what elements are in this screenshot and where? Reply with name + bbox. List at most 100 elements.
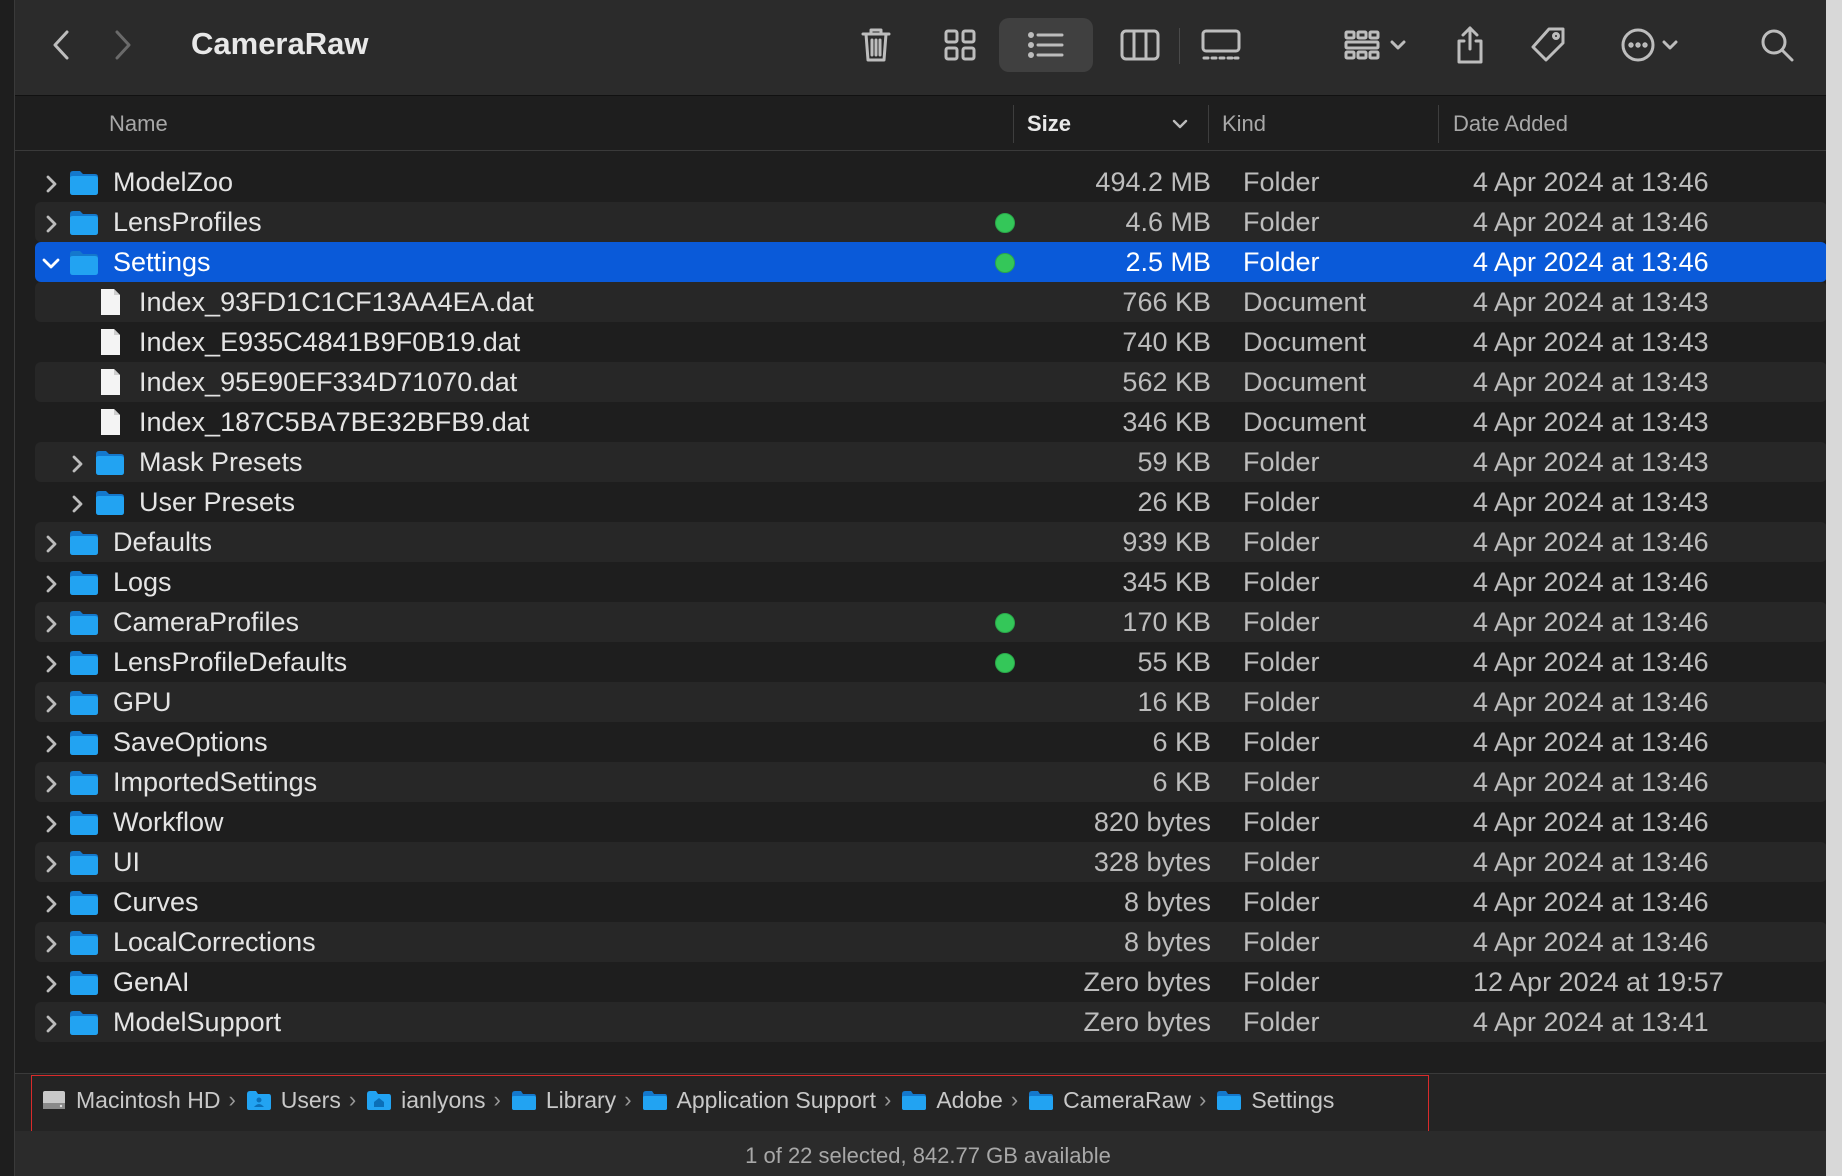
item-date-added: 4 Apr 2024 at 13:43: [1473, 327, 1709, 357]
disclosure-expanded-icon[interactable]: [41, 251, 61, 273]
status-bar: 1 of 22 selected, 842.77 GB available: [15, 1131, 1840, 1176]
folder-row[interactable]: CameraProfiles 170 KB Folder 4 Apr 2024 at …: [35, 602, 1827, 642]
gallery-view-button[interactable]: [1191, 18, 1251, 72]
item-kind: Folder: [1243, 167, 1320, 197]
disclosure-collapsed-icon[interactable]: [67, 451, 87, 473]
trash-button[interactable]: [853, 18, 899, 72]
column-divider[interactable]: [1013, 105, 1014, 143]
item-name: Settings: [113, 247, 211, 277]
folder-row[interactable]: GenAI Zero bytes Folder 12 Apr 2024 at 19:5…: [35, 962, 1827, 1002]
disclosure-collapsed-icon[interactable]: [41, 211, 61, 233]
disclosure-collapsed-icon[interactable]: [41, 651, 61, 673]
green-tag-icon: [995, 613, 1015, 633]
folder-row[interactable]: Curves 8 bytes Folder 4 Apr 2024 at 13:46: [35, 882, 1827, 922]
file-row[interactable]: Index_95E90EF334D71070.dat 562 KB Document…: [35, 362, 1827, 402]
item-name: Index_95E90EF334D71070.dat: [139, 367, 518, 397]
column-header: Name Size Kind Date Added: [15, 97, 1840, 151]
icon-view-button[interactable]: [933, 18, 987, 72]
disclosure-collapsed-icon[interactable]: [41, 731, 61, 753]
sort-descending-icon[interactable]: [1171, 97, 1191, 151]
folder-row[interactable]: ModelZoo 494.2 MB Folder 4 Apr 2024 at 13:4…: [35, 162, 1827, 202]
forward-button[interactable]: [105, 18, 141, 72]
file-row[interactable]: Index_93FD1C1CF13AA4EA.dat 766 KB Document…: [35, 282, 1827, 322]
item-kind: Document: [1243, 327, 1367, 357]
column-divider[interactable]: [1438, 105, 1439, 143]
folder-row[interactable]: ModelSupport Zero bytes Folder 4 Apr 2024 a…: [35, 1002, 1827, 1042]
share-icon: [1457, 26, 1483, 64]
tag-button[interactable]: [1523, 18, 1573, 72]
item-size: 2.5 MB: [1125, 247, 1211, 277]
list-view-icon: [1028, 32, 1064, 58]
folder-row[interactable]: ImportedSettings 6 KB Folder 4 Apr 2024 at …: [35, 762, 1827, 802]
item-name: Logs: [113, 567, 172, 597]
item-kind: Folder: [1243, 247, 1320, 277]
gallery-view-icon: [1201, 29, 1241, 60]
icon-view-icon: [944, 29, 976, 61]
folder-icon: [95, 448, 125, 476]
toolbar: CameraRaw: [15, 0, 1840, 96]
folder-row[interactable]: Logs 345 KB Folder 4 Apr 2024 at 13:46: [35, 562, 1827, 602]
group-icon: [1344, 30, 1380, 60]
disclosure-collapsed-icon[interactable]: [41, 771, 61, 793]
disclosure-collapsed-icon[interactable]: [41, 171, 61, 193]
item-date-added: 4 Apr 2024 at 13:41: [1473, 1007, 1709, 1037]
folder-icon: [69, 928, 99, 956]
item-size: 16 KB: [1137, 687, 1211, 717]
back-button[interactable]: [43, 18, 79, 72]
folder-row[interactable]: User Presets 26 KB Folder 4 Apr 2024 at 13:…: [35, 482, 1827, 522]
disclosure-collapsed-icon[interactable]: [41, 571, 61, 593]
kind-column-header[interactable]: Kind: [1222, 97, 1266, 151]
disclosure-collapsed-icon[interactable]: [41, 611, 61, 633]
disclosure-collapsed-icon[interactable]: [41, 531, 61, 553]
more-button[interactable]: [1611, 18, 1687, 72]
folder-row[interactable]: LensProfileDefaults 55 KB Folder 4 Apr 2024…: [35, 642, 1827, 682]
folder-row[interactable]: GPU 16 KB Folder 4 Apr 2024 at 13:46: [35, 682, 1827, 722]
disclosure-collapsed-icon[interactable]: [41, 851, 61, 873]
file-row[interactable]: Index_E935C4841B9F0B19.dat 740 KB Document…: [35, 322, 1827, 362]
folder-icon: [69, 808, 99, 836]
disclosure-collapsed-icon[interactable]: [41, 1011, 61, 1033]
folder-row[interactable]: SaveOptions 6 KB Folder 4 Apr 2024 at 13:46: [35, 722, 1827, 762]
disclosure-collapsed-icon[interactable]: [41, 691, 61, 713]
disclosure-collapsed-icon[interactable]: [41, 811, 61, 833]
disclosure-collapsed-icon[interactable]: [41, 891, 61, 913]
disclosure-collapsed-icon[interactable]: [41, 971, 61, 993]
item-name: ImportedSettings: [113, 767, 318, 797]
folder-row[interactable]: LocalCorrections 8 bytes Folder 4 Apr 2024 …: [35, 922, 1827, 962]
item-kind: Document: [1243, 287, 1367, 317]
folder-row[interactable]: Settings 2.5 MB Folder 4 Apr 2024 at 13:46: [35, 242, 1827, 282]
folder-row[interactable]: LensProfiles 4.6 MB Folder 4 Apr 2024 at 13…: [35, 202, 1827, 242]
folder-row[interactable]: Defaults 939 KB Folder 4 Apr 2024 at 13:46: [35, 522, 1827, 562]
chevron-down-icon: [1390, 40, 1406, 50]
disclosure-collapsed-icon[interactable]: [67, 491, 87, 513]
size-column-header[interactable]: Size: [1027, 97, 1071, 151]
name-column-header[interactable]: Name: [109, 97, 168, 151]
folder-row[interactable]: Workflow 820 bytes Folder 4 Apr 2024 at 13:…: [35, 802, 1827, 842]
item-date-added: 4 Apr 2024 at 13:43: [1473, 447, 1709, 477]
item-kind: Document: [1243, 407, 1367, 437]
item-date-added: 4 Apr 2024 at 13:46: [1473, 687, 1709, 717]
finder-window: CameraRaw Name Size Kind Date Added Mode…: [14, 0, 1840, 1176]
item-size: 562 KB: [1122, 367, 1211, 397]
item-date-added: 4 Apr 2024 at 13:43: [1473, 407, 1709, 437]
window-title: CameraRaw: [191, 26, 369, 61]
item-kind: Folder: [1243, 447, 1320, 477]
folder-icon: [69, 568, 99, 596]
column-divider[interactable]: [1208, 105, 1209, 143]
folder-row[interactable]: Mask Presets 59 KB Folder 4 Apr 2024 at 13:…: [35, 442, 1827, 482]
share-button[interactable]: [1447, 18, 1493, 72]
disclosure-collapsed-icon[interactable]: [41, 931, 61, 953]
date-added-column-header[interactable]: Date Added: [1453, 97, 1568, 151]
item-size: 6 KB: [1152, 727, 1211, 757]
item-name: Curves: [113, 887, 199, 917]
group-button[interactable]: [1335, 18, 1415, 72]
item-date-added: 4 Apr 2024 at 13:43: [1473, 367, 1709, 397]
item-kind: Folder: [1243, 967, 1320, 997]
item-size: 26 KB: [1137, 487, 1211, 517]
list-view-button[interactable]: [999, 18, 1093, 72]
item-date-added: 4 Apr 2024 at 13:46: [1473, 607, 1709, 637]
search-button[interactable]: [1755, 18, 1799, 72]
column-view-button[interactable]: [1113, 18, 1167, 72]
file-row[interactable]: Index_187C5BA7BE32BFB9.dat 346 KB Document…: [35, 402, 1827, 442]
folder-row[interactable]: UI 328 bytes Folder 4 Apr 2024 at 13:46: [35, 842, 1827, 882]
